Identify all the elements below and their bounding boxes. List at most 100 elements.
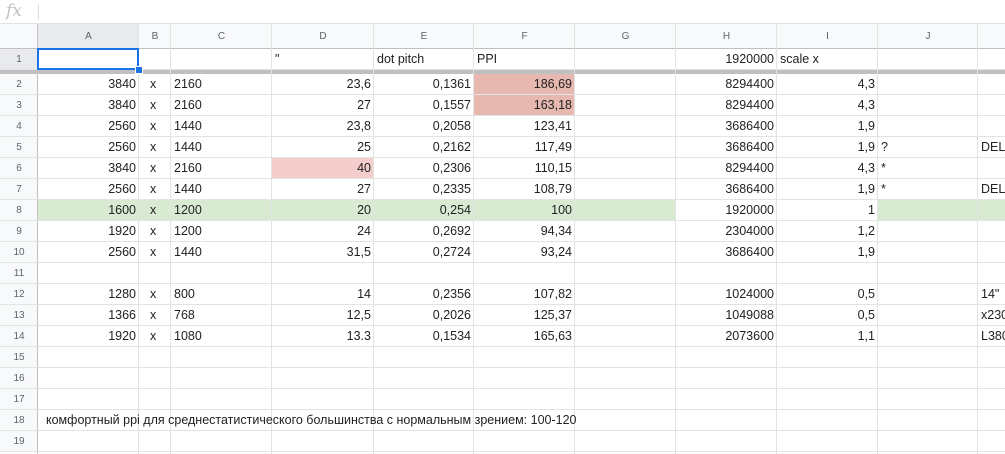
cell[interactable]: 2304000 <box>676 221 777 242</box>
cell[interactable]: DEL <box>978 137 1005 158</box>
cell[interactable]: 0,1534 <box>374 326 474 347</box>
cell[interactable]: 3686400 <box>676 137 777 158</box>
cell[interactable]: 20 <box>272 200 374 221</box>
cell[interactable]: 2073600 <box>676 326 777 347</box>
cell[interactable]: 13.3 <box>272 326 374 347</box>
spreadsheet-grid[interactable]: A B C D E F G H I J 1 2 3 4 5 6 7 8 9 10 11 12 13 14 15 16 17 18 19 "… <box>0 24 1005 454</box>
cell[interactable]: 23,8 <box>272 116 374 137</box>
cell[interactable]: x <box>139 137 171 158</box>
selected-cell-outline[interactable] <box>37 48 139 70</box>
cell[interactable]: x <box>139 305 171 326</box>
cell[interactable]: 0,1557 <box>374 95 474 116</box>
row-header[interactable]: 4 <box>0 116 38 137</box>
row-header[interactable]: 18 <box>0 410 38 431</box>
cell[interactable]: 1366 <box>38 305 139 326</box>
row-header[interactable]: 14 <box>0 326 38 347</box>
cell[interactable]: 27 <box>272 95 374 116</box>
cell[interactable]: 186,69 <box>474 74 575 95</box>
cell[interactable]: 31,5 <box>272 242 374 263</box>
row-header[interactable]: 9 <box>0 221 38 242</box>
cell[interactable]: 1440 <box>171 179 272 200</box>
row-header[interactable]: 17 <box>0 389 38 410</box>
cell[interactable]: 3840 <box>38 74 139 95</box>
cell[interactable]: 1600 <box>38 200 139 221</box>
cell[interactable]: 3840 <box>38 95 139 116</box>
cell[interactable]: ? <box>878 137 978 158</box>
cell[interactable]: 800 <box>171 284 272 305</box>
cell[interactable]: 163,18 <box>474 95 575 116</box>
column-header[interactable]: D <box>272 24 374 49</box>
cell[interactable]: 0,2724 <box>374 242 474 263</box>
cell[interactable]: 94,34 <box>474 221 575 242</box>
cell[interactable]: 14 <box>272 284 374 305</box>
cell[interactable]: 1200 <box>171 200 272 221</box>
row-header[interactable]: 2 <box>0 74 38 95</box>
cell[interactable]: 1,9 <box>777 137 878 158</box>
cell[interactable]: 3686400 <box>676 179 777 200</box>
cell[interactable]: 125,37 <box>474 305 575 326</box>
column-header[interactable] <box>978 24 1005 49</box>
cell[interactable]: 0,5 <box>777 305 878 326</box>
cell[interactable]: 4,3 <box>777 95 878 116</box>
cell[interactable]: 1920000 <box>676 49 777 70</box>
cell[interactable]: 0,1361 <box>374 74 474 95</box>
column-header[interactable]: F <box>474 24 575 49</box>
cell[interactable]: " <box>272 49 374 70</box>
row-header[interactable]: 8 <box>0 200 38 221</box>
column-header[interactable]: J <box>878 24 978 49</box>
cell[interactable]: 3686400 <box>676 116 777 137</box>
cell[interactable]: 1,9 <box>777 116 878 137</box>
cell[interactable]: 2160 <box>171 74 272 95</box>
row-header[interactable]: 11 <box>0 263 38 284</box>
cell[interactable]: 0,2058 <box>374 116 474 137</box>
cell[interactable]: 2560 <box>38 242 139 263</box>
column-header[interactable]: B <box>139 24 171 49</box>
column-header[interactable]: G <box>575 24 676 49</box>
formula-input[interactable] <box>46 0 1005 23</box>
column-header[interactable]: C <box>171 24 272 49</box>
row-header[interactable]: 6 <box>0 158 38 179</box>
cell[interactable]: 1024000 <box>676 284 777 305</box>
cell[interactable]: 25 <box>272 137 374 158</box>
cell[interactable]: 123,41 <box>474 116 575 137</box>
row-header[interactable]: 19 <box>0 431 38 452</box>
select-all-corner[interactable] <box>0 24 38 49</box>
cell[interactable]: 2160 <box>171 158 272 179</box>
cell[interactable]: 0,2356 <box>374 284 474 305</box>
cell[interactable]: x230 <box>978 305 1005 326</box>
cell[interactable]: x <box>139 95 171 116</box>
cell[interactable]: 107,82 <box>474 284 575 305</box>
row-header[interactable]: 3 <box>0 95 38 116</box>
cell[interactable]: 0,2335 <box>374 179 474 200</box>
cell[interactable]: 1,2 <box>777 221 878 242</box>
cell[interactable]: 0,2692 <box>374 221 474 242</box>
cell[interactable]: 40 <box>272 158 374 179</box>
cell[interactable]: 8294400 <box>676 158 777 179</box>
cell[interactable]: 1440 <box>171 242 272 263</box>
cell[interactable]: 23,6 <box>272 74 374 95</box>
cell[interactable]: 0,254 <box>374 200 474 221</box>
cell[interactable]: 117,49 <box>474 137 575 158</box>
cell[interactable]: 1,9 <box>777 179 878 200</box>
cell[interactable]: x <box>139 326 171 347</box>
row-header[interactable]: 5 <box>0 137 38 158</box>
column-header[interactable]: A <box>38 24 139 49</box>
cell[interactable]: 2160 <box>171 95 272 116</box>
row-header[interactable]: 10 <box>0 242 38 263</box>
cell[interactable]: 4,3 <box>777 158 878 179</box>
cell[interactable]: 8294400 <box>676 74 777 95</box>
cell[interactable]: x <box>139 284 171 305</box>
cell[interactable]: 1080 <box>171 326 272 347</box>
cell[interactable]: 0,2306 <box>374 158 474 179</box>
cell[interactable]: 24 <box>272 221 374 242</box>
cell[interactable]: 2560 <box>38 116 139 137</box>
cell[interactable]: 1920 <box>38 221 139 242</box>
cell[interactable]: 0,5 <box>777 284 878 305</box>
column-header[interactable]: I <box>777 24 878 49</box>
cell[interactable]: 108,79 <box>474 179 575 200</box>
cell[interactable]: 768 <box>171 305 272 326</box>
cell[interactable]: 100 <box>474 200 575 221</box>
cell[interactable]: 1,1 <box>777 326 878 347</box>
cell[interactable]: * <box>878 179 978 200</box>
cell[interactable]: 1920 <box>38 326 139 347</box>
